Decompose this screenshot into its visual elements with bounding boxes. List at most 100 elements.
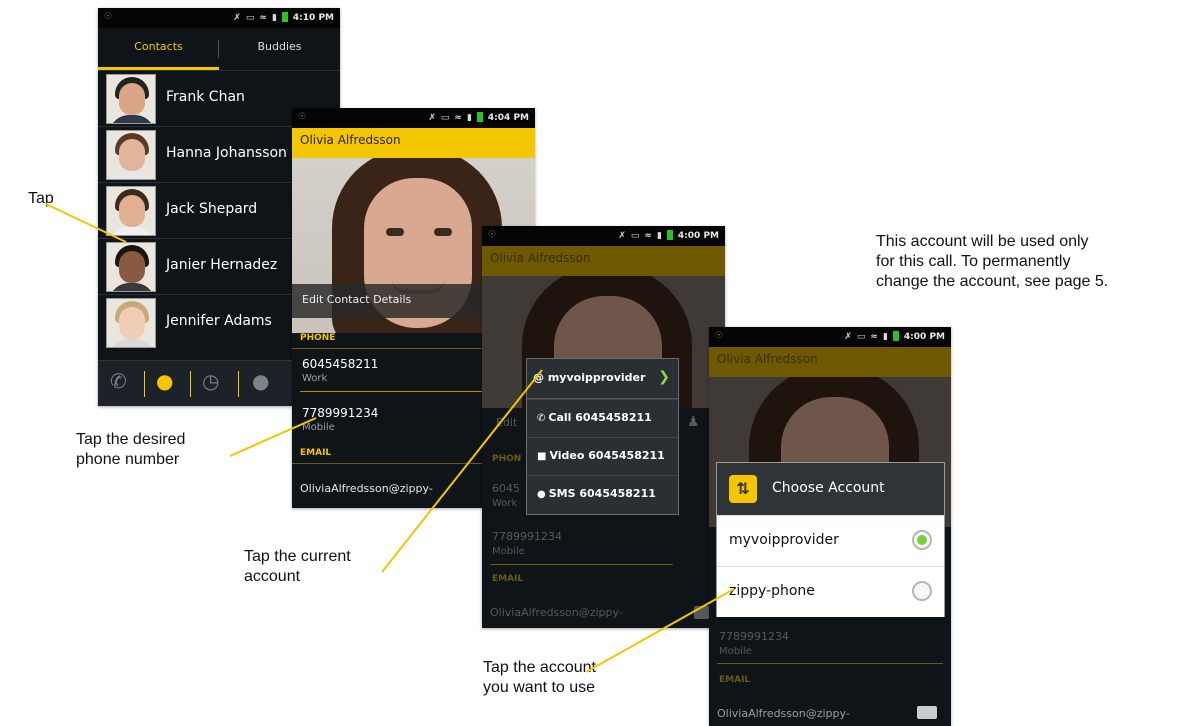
mail-icon [917, 706, 937, 719]
app-status-icon: ☉ [298, 112, 307, 122]
avatar-face [119, 195, 145, 227]
divider [717, 663, 943, 664]
annotation-tap: Tap [28, 190, 54, 207]
vibrate-icon: ▭ [245, 13, 255, 23]
wifi-icon: ≈ [870, 332, 878, 342]
tab-contacts[interactable]: Contacts [98, 28, 219, 70]
history-icon[interactable]: ◷ [202, 369, 219, 393]
battery-icon [476, 112, 483, 122]
battery-icon [666, 230, 673, 240]
status-time: 4:10 PM [292, 13, 334, 23]
avatar [106, 298, 156, 348]
wifi-icon: ≈ [454, 113, 462, 123]
mute-icon: ✗ [844, 332, 852, 342]
nav-divider [144, 371, 145, 397]
annotation-line: Tap the current [244, 548, 351, 565]
app-status-icon: ☉ [488, 230, 497, 240]
email-address: OliviaAlfredsson@zippy- [490, 606, 623, 619]
account-option-label: zippy-phone [729, 583, 815, 599]
avatar [106, 242, 156, 292]
app-status-icon: ☉ [715, 331, 724, 341]
call-options-popup: @ myvoipprovider ❯ ✆ Call 6045458211 ■ Vid… [526, 358, 679, 515]
choose-account-dialog: ⇅ Choose Account myvoipprovider zippy-ph… [716, 462, 945, 617]
signal-icon: ▮ [656, 231, 662, 241]
account-option[interactable]: myvoipprovider [717, 515, 944, 566]
avatar-face [119, 83, 145, 115]
phone-icon: ✆ [537, 413, 546, 424]
app-logo-icon: ⇅ [729, 475, 757, 503]
email-address: OliviaAlfredsson@zippy- [717, 707, 850, 720]
video-label: Video 6045458211 [549, 449, 665, 462]
vibrate-icon: ▭ [630, 231, 640, 241]
screen-choose-account: ☉ ✗ ▭ ≈ ▮ 4:00 PM Olivia Alfredsson 77899912… [709, 327, 951, 726]
signal-icon: ▮ [882, 332, 888, 342]
avatar-face [119, 251, 145, 283]
phone-number-mobile[interactable]: 7789991234 [302, 406, 378, 420]
nav-divider [238, 371, 239, 397]
annotation-line: you want to use [483, 679, 596, 696]
contact-name: Hanna Johansson [166, 145, 287, 161]
radio-selected-icon[interactable] [912, 530, 932, 550]
chat-icon[interactable]: ● [252, 369, 269, 393]
at-icon: @ [533, 371, 544, 384]
annotation-line: Tap the account [483, 659, 596, 676]
email-section-header: EMAIL [719, 675, 751, 685]
battery-icon [281, 12, 288, 22]
nav-divider [190, 371, 191, 397]
mute-icon: ✗ [428, 113, 436, 123]
status-bar: ☉ ✗ ▭ ≈ ▮ 4:04 PM [292, 108, 535, 128]
account-option-label: myvoipprovider [729, 532, 839, 548]
email-address[interactable]: OliviaAlfredsson@zippy- [300, 482, 433, 495]
radio-unselected-icon[interactable] [912, 581, 932, 601]
annotation-line: change the account, see page 5. [876, 273, 1109, 290]
phone-number-work[interactable]: 6045458211 [302, 357, 378, 371]
phone-type-label: Work [492, 498, 518, 509]
phone-type-label: Work [302, 373, 328, 384]
photo-eye [434, 228, 452, 236]
mute-icon: ✗ [618, 231, 626, 241]
tab-buddies[interactable]: Buddies [219, 28, 340, 70]
wifi-icon: ≈ [259, 13, 267, 23]
video-button[interactable]: ■ Video 6045458211 [527, 437, 678, 475]
contact-name: Jennifer Adams [166, 313, 272, 329]
add-contact-icon: ♟ [687, 414, 700, 430]
annotation-tap-account-to-use: Tap the account you want to use [483, 658, 596, 698]
call-label: Call 6045458211 [548, 411, 652, 424]
avatar-shoulders [109, 227, 155, 235]
status-time: 4:00 PM [903, 332, 945, 342]
edit-contact-hint: Edit [496, 416, 518, 429]
contacts-icon[interactable]: ● [156, 369, 173, 393]
contact-title: Olivia Alfredsson [482, 246, 725, 276]
phone-icon[interactable]: ✆ [110, 369, 127, 393]
call-button[interactable]: ✆ Call 6045458211 [527, 399, 678, 437]
avatar-shoulders [109, 115, 155, 123]
chat-icon: ● [537, 489, 546, 500]
screen-call-options: ☉ ✗ ▭ ≈ ▮ 4:00 PM Olivia Alfredsson Edit ♟ P… [482, 226, 725, 628]
avatar-face [119, 139, 145, 171]
status-time: 4:00 PM [677, 231, 719, 241]
avatar-face [119, 307, 145, 339]
photo-eye [386, 228, 404, 236]
avatar [106, 130, 156, 180]
signal-icon: ▮ [466, 113, 472, 123]
phone-number-mobile: 7789991234 [719, 630, 789, 643]
mute-icon: ✗ [233, 13, 241, 23]
wifi-icon: ≈ [644, 231, 652, 241]
annotation-line: account [244, 568, 301, 585]
phone-number-mobile: 7789991234 [492, 530, 562, 543]
app-status-icon: ☉ [104, 12, 113, 22]
avatar [106, 74, 156, 124]
status-bar: ☉ ✗ ▭ ≈ ▮ 4:10 PM [98, 8, 340, 28]
current-account-button[interactable]: @ myvoipprovider ❯ [527, 359, 678, 399]
avatar-shoulders [109, 339, 155, 347]
sms-button[interactable]: ● SMS 6045458211 [527, 475, 678, 513]
avatar-shoulders [109, 171, 155, 179]
phone-type-label: Mobile [492, 546, 525, 557]
email-section-header: EMAIL [492, 574, 524, 584]
account-option[interactable]: zippy-phone [717, 566, 944, 617]
phone-type-label: Mobile [719, 646, 752, 657]
avatar-shoulders [109, 283, 155, 291]
account-name: myvoipprovider [547, 371, 646, 384]
annotation-tap-phone-number: Tap the desired phone number [76, 430, 185, 470]
status-bar: ☉ ✗ ▭ ≈ ▮ 4:00 PM [482, 226, 725, 246]
